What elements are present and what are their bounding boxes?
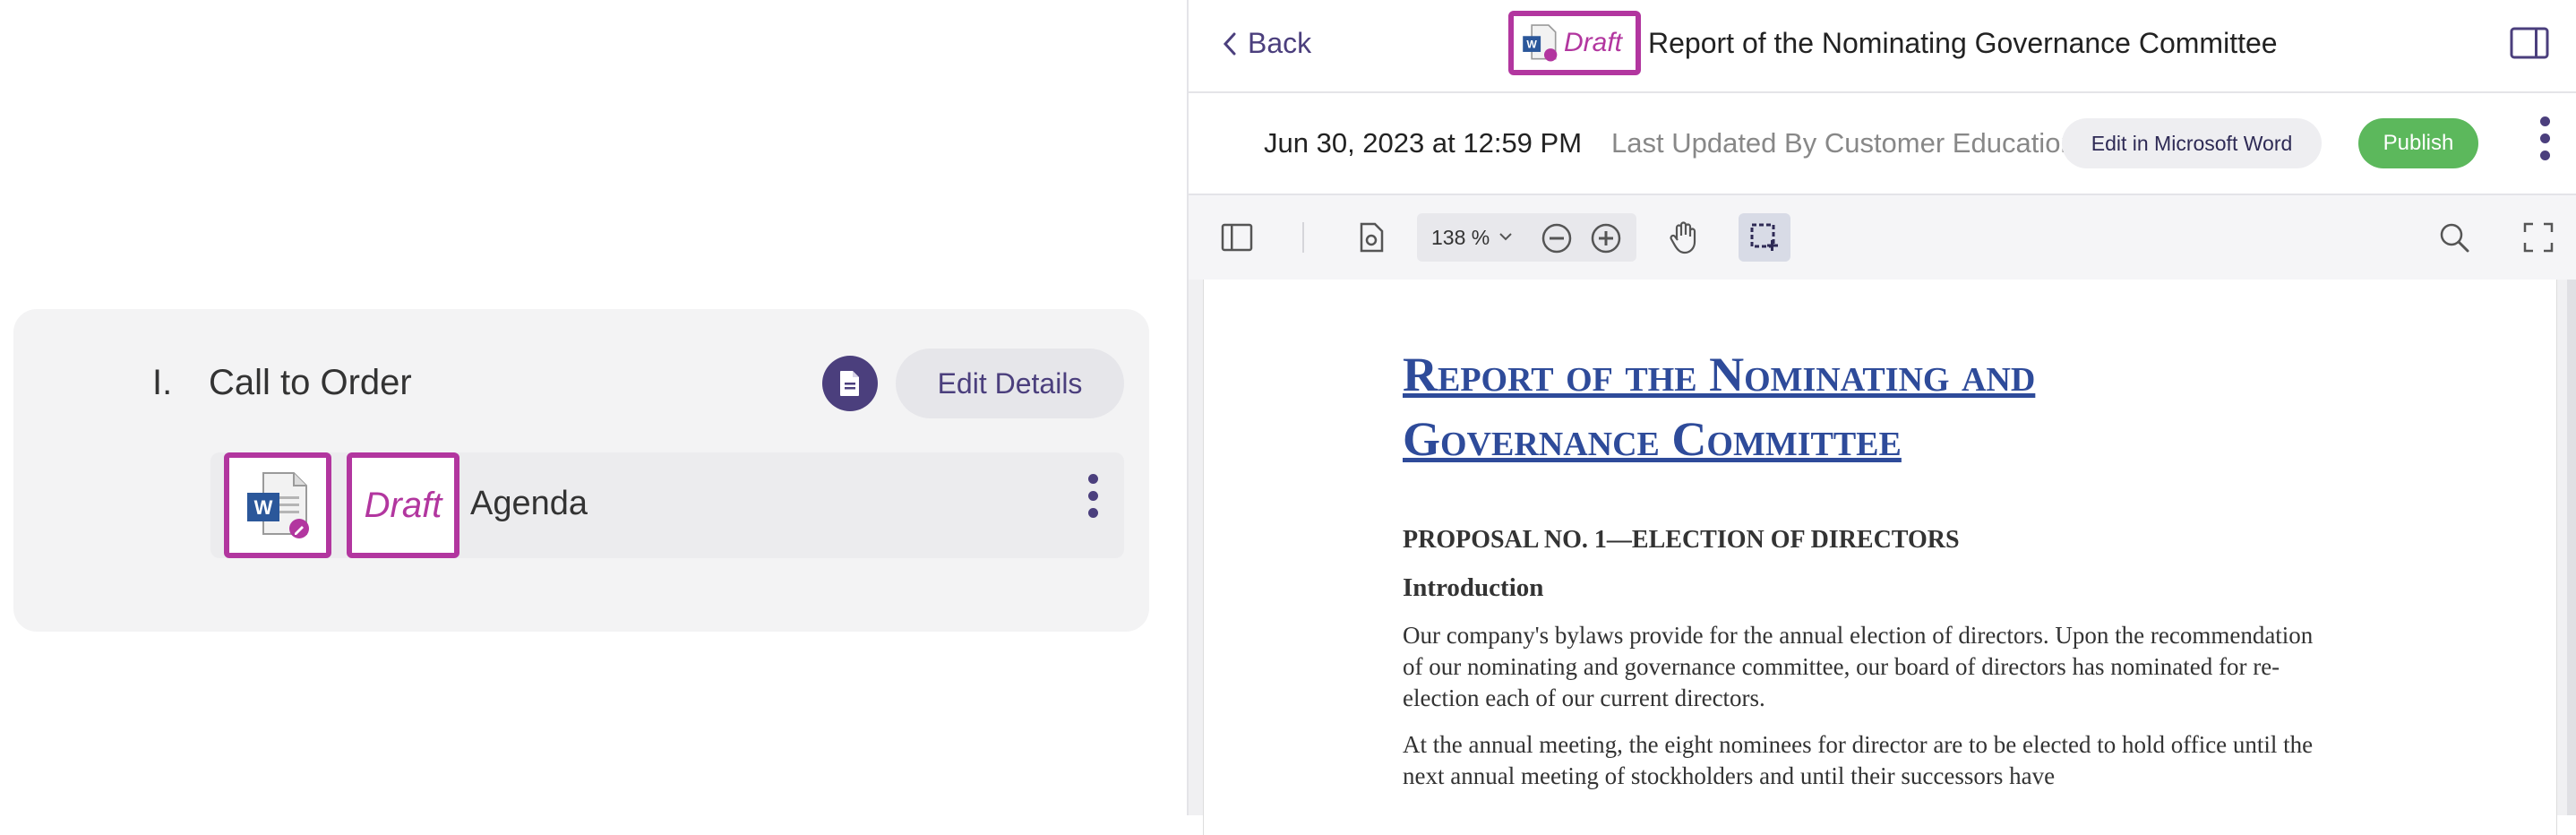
document-title-bar: W Draft Report of the Nominating Governa…	[1508, 11, 2278, 75]
publish-button[interactable]: Publish	[2358, 118, 2478, 168]
back-label: Back	[1248, 27, 1312, 59]
document-page: Report of the Nominating and Governance …	[1203, 280, 2557, 835]
vertical-scrollbar[interactable]	[2567, 280, 2576, 815]
chevron-left-icon	[1223, 32, 1236, 55]
back-button[interactable]: Back	[1223, 27, 1311, 60]
last-updated-text: Last Updated By Customer Education	[1611, 127, 2076, 159]
document-button[interactable]	[822, 356, 878, 411]
document-viewer: Back W Draft Report of the Nominating Go…	[1189, 0, 2576, 835]
document-date: Jun 30, 2023 at 12:59 PM	[1264, 127, 1583, 159]
heading-line-2: Governance Committee	[1403, 412, 1902, 466]
attachment-name[interactable]: Agenda	[470, 485, 588, 523]
section-heading: PROPOSAL NO. 1—ELECTION OF DIRECTORS	[1403, 526, 1960, 554]
kebab-menu-icon[interactable]	[2534, 116, 2555, 170]
zoom-out-icon[interactable]	[1541, 222, 1573, 254]
toolbar-separator	[1302, 222, 1304, 253]
zoom-control: 138 %	[1417, 213, 1636, 262]
agenda-item-title: Call to Order	[209, 363, 412, 402]
side-panel-toggle-icon[interactable]	[2510, 27, 2549, 59]
search-icon	[2440, 223, 2469, 253]
agenda-item-number: I.	[152, 363, 173, 402]
agenda-item-card: I. Call to Order Edit Details W Draft Ag…	[13, 309, 1149, 632]
search-button[interactable]	[2433, 216, 2476, 259]
page-settings-button[interactable]	[1350, 216, 1393, 259]
sidebar-toggle-button[interactable]	[1215, 216, 1258, 259]
page-settings-icon	[1360, 222, 1384, 253]
zoom-in-icon[interactable]	[1590, 222, 1622, 254]
pan-tool-button[interactable]	[1662, 216, 1705, 259]
document-meta-bar: Jun 30, 2023 at 12:59 PM Last Updated By…	[1189, 93, 2576, 195]
document-icon	[840, 371, 859, 396]
paragraph-1: Our company's bylaws provide for the ann…	[1403, 622, 2314, 711]
heading-line-1: Report of the Nominating and	[1403, 348, 2036, 401]
svg-text:W: W	[1526, 39, 1537, 51]
marquee-select-button[interactable]	[1739, 213, 1790, 262]
word-doc-icon: W	[247, 472, 309, 538]
title-status-highlight: W Draft	[1508, 11, 1641, 75]
paragraph-2: At the annual meeting, the eight nominee…	[1403, 731, 2314, 789]
document-title: Report of the Nominating Governance Comm…	[1648, 26, 2278, 59]
attachment-row[interactable]: W Draft Agenda	[210, 452, 1124, 558]
edit-in-word-button[interactable]: Edit in Microsoft Word	[2062, 118, 2322, 168]
chevron-down-icon[interactable]	[1499, 233, 1512, 242]
pdf-toolbar: 138 %	[1189, 195, 2576, 281]
subsection-heading: Introduction	[1403, 573, 1544, 602]
marquee-select-icon	[1750, 223, 1778, 251]
sidebar-toggle-icon	[1221, 223, 1253, 252]
document-heading: Report of the Nominating and Governance …	[1403, 342, 2209, 471]
pan-hand-icon	[1670, 221, 1696, 254]
draft-status-highlight: Draft	[347, 452, 459, 558]
agenda-pane: I. Call to Order Edit Details W Draft Ag…	[0, 0, 1187, 815]
edit-details-button[interactable]: Edit Details	[896, 349, 1124, 418]
word-doc-icon: W	[1523, 24, 1558, 62]
kebab-menu-icon[interactable]	[1079, 474, 1106, 537]
draft-status-badge: Draft	[364, 485, 442, 525]
zoom-level-select[interactable]: 138 %	[1431, 226, 1490, 250]
document-canvas[interactable]: Report of the Nominating and Governance …	[1189, 280, 2576, 835]
fullscreen-button[interactable]	[2517, 216, 2560, 259]
fullscreen-icon	[2523, 222, 2554, 253]
draft-status-badge: Draft	[1564, 28, 1623, 57]
viewer-header: Back W Draft Report of the Nominating Go…	[1189, 0, 2576, 93]
attachment-type-highlight: W	[224, 452, 331, 558]
svg-text:W: W	[254, 496, 273, 519]
